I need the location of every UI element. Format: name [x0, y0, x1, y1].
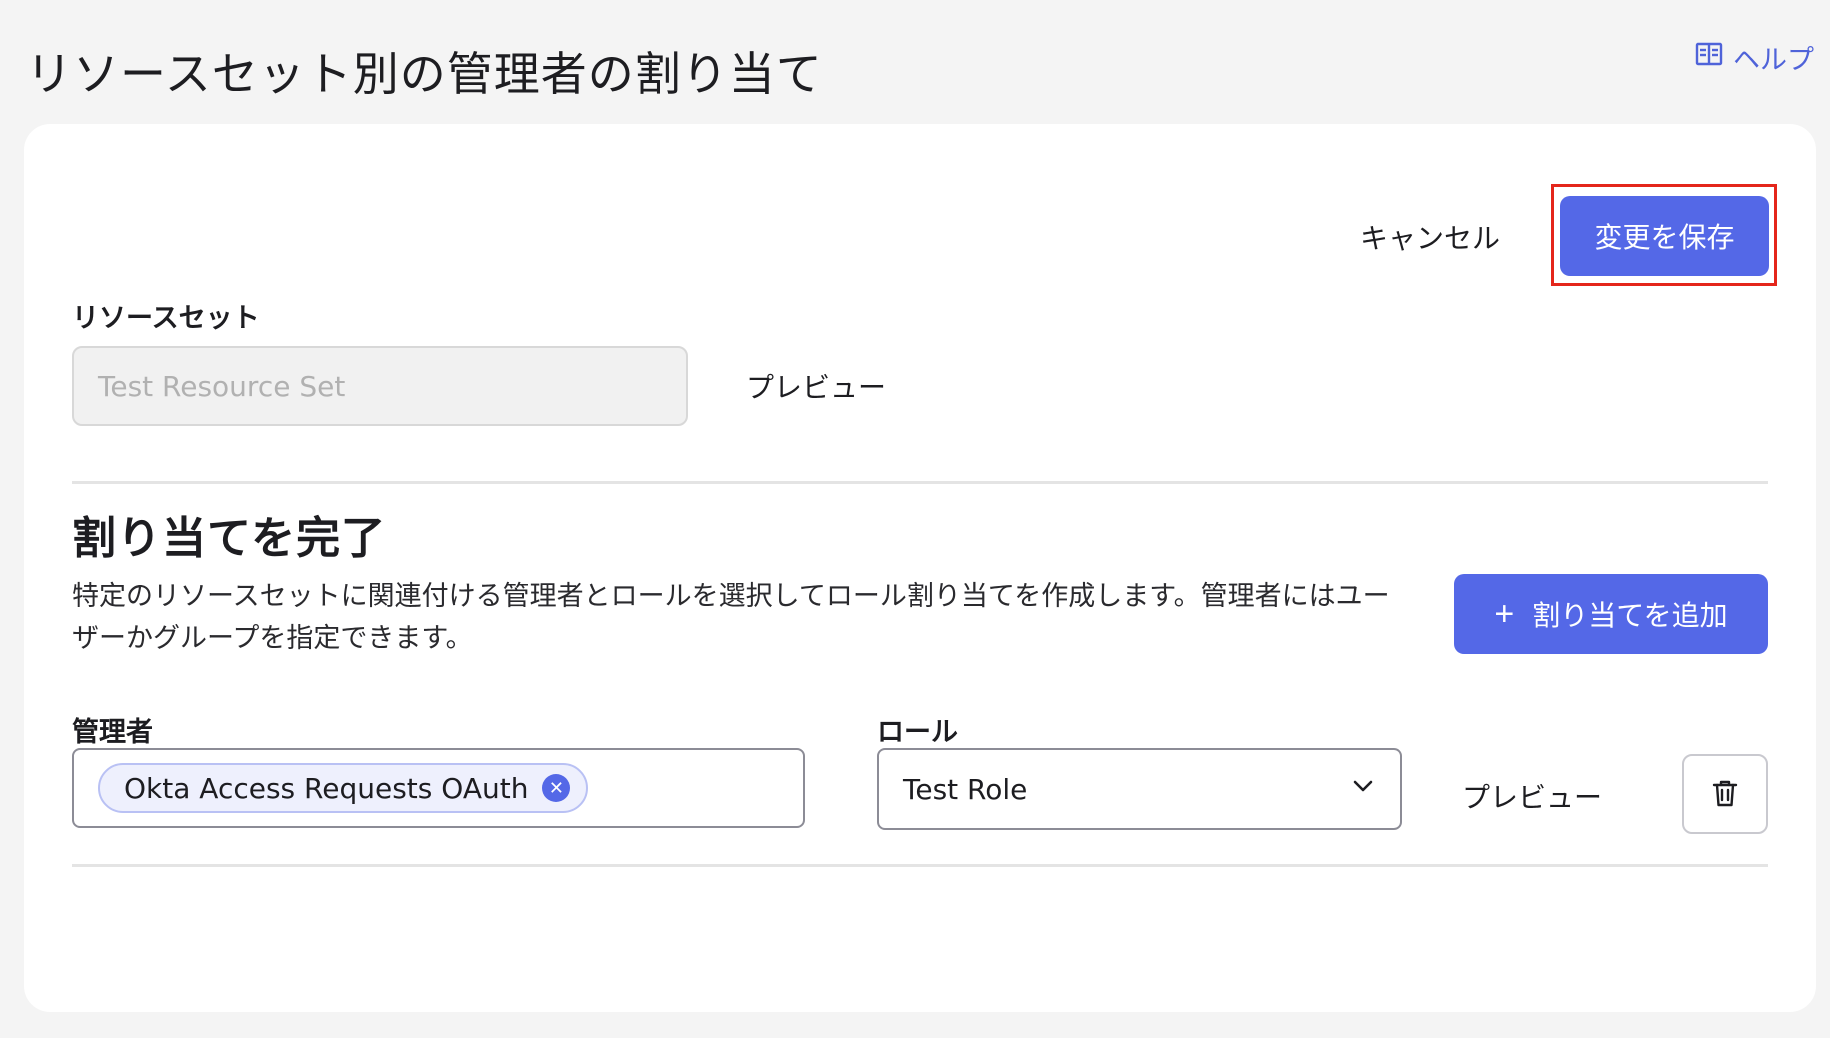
admin-field[interactable]: Okta Access Requests OAuth ✕	[72, 748, 805, 828]
help-label: ヘルプ	[1733, 45, 1814, 76]
role-select-value: Test Role	[903, 772, 1028, 806]
section-title: 割り当てを完了	[72, 513, 387, 564]
help-link[interactable]: ヘルプ	[1695, 38, 1814, 77]
role-label: ロール	[877, 717, 958, 748]
admin-label: 管理者	[72, 717, 153, 748]
admin-chip: Okta Access Requests OAuth ✕	[98, 763, 589, 813]
chevron-down-icon	[1350, 773, 1376, 806]
role-select[interactable]: Test Role	[877, 748, 1402, 830]
bottom-divider	[72, 864, 1768, 867]
section-description: 特定のリソースセットに関連付ける管理者とロールを選択してロール割り当てを作成しま…	[72, 581, 1390, 654]
add-assignment-button[interactable]: + 割り当てを追加	[1454, 574, 1768, 654]
add-assignment-label: 割り当てを追加	[1532, 600, 1728, 631]
admin-chip-label: Okta Access Requests OAuth	[124, 771, 529, 805]
cancel-button[interactable]: キャンセル	[1345, 212, 1515, 262]
resource-set-label: リソースセット	[72, 303, 260, 334]
page-title: リソースセット別の管理者の割り当て	[26, 47, 823, 101]
save-button[interactable]: 変更を保存	[1560, 196, 1769, 276]
resource-set-preview-link[interactable]: プレビュー	[746, 366, 886, 406]
book-icon	[1695, 40, 1723, 75]
close-circle-icon[interactable]: ✕	[542, 774, 571, 802]
trash-icon	[1709, 777, 1741, 812]
page: リソースセット別の管理者の割り当て ヘルプ キャンセル 変更を保存 リソースセッ…	[0, 0, 1830, 1038]
role-preview-link[interactable]: プレビュー	[1462, 776, 1602, 816]
delete-assignment-button[interactable]	[1682, 754, 1768, 834]
plus-icon: +	[1494, 595, 1515, 633]
resource-set-field: Test Resource Set	[72, 346, 688, 426]
assignment-card	[24, 124, 1816, 1012]
section-divider	[72, 481, 1768, 484]
